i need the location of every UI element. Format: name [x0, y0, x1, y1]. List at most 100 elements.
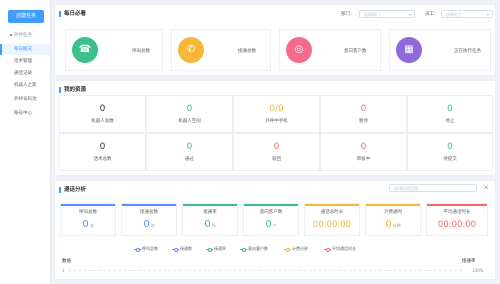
legend-swatch	[324, 247, 331, 252]
stat-label: 接通总数	[238, 49, 256, 54]
dept-select[interactable]: 选择部门 ▾	[359, 10, 415, 18]
chart-y-tick: 1	[62, 268, 65, 273]
time-range-picker[interactable]: 选择时间范围	[389, 184, 477, 192]
sidebar-item-robot-home[interactable]: 机器人之家	[0, 80, 50, 91]
target-icon: ◎	[286, 37, 312, 63]
resource-value: 0	[99, 142, 106, 152]
staff-select[interactable]: 选择员工 ▾	[441, 10, 493, 18]
analysis-label: 计费通时	[384, 210, 402, 215]
analysis-box-calls: 呼叫总数 0次	[60, 203, 116, 236]
analysis-label: 接通率	[203, 210, 217, 215]
analysis-unit: 次	[89, 223, 94, 228]
analysis-number: 0	[143, 219, 150, 230]
analysis-box-intent: 意向客户数 0个	[243, 203, 299, 236]
dept-label: 部门：	[341, 12, 355, 17]
legend-item-connected[interactable]: 接通数	[172, 246, 192, 252]
resource-robot-idle: 0 机器人空闲	[146, 95, 233, 133]
resource-label: 外呼中手机	[265, 119, 288, 124]
analysis-box-connected: 接通总数 0次	[121, 203, 177, 236]
resource-pending: 0 待提交	[407, 133, 493, 171]
sidebar: 创建任务 外呼任务 每日概况 话术管理 通话记录 机器人之家 外呼号码池 账号中…	[0, 0, 51, 284]
chart-gridline	[68, 270, 462, 271]
resources-title: 我的资源	[59, 85, 86, 93]
analysis-value: 0次	[61, 219, 115, 232]
stat-label: 意向客户数	[344, 49, 367, 54]
analysis-color-bar	[61, 204, 115, 206]
legend-swatch	[240, 247, 247, 252]
resource-label: 机器人空闲	[178, 119, 201, 124]
sidebar-item-account[interactable]: 账号中心	[0, 108, 50, 119]
stat-label: 正在执行任务	[454, 49, 481, 54]
resource-stopped: 0 停止	[407, 95, 493, 133]
daily-panel: 每日必看 部门： 选择部门 ▾ 员工： 选择员工 ▾ ☎ 呼叫总数 ✆ 接通总数…	[54, 4, 496, 76]
sidebar-item-tasks[interactable]: 外呼任务	[0, 30, 50, 41]
analysis-value: 0分钟	[366, 219, 420, 232]
chevron-down-icon: ▾	[408, 12, 411, 17]
dept-select-placeholder: 选择部门	[364, 12, 380, 17]
resource-value: 0	[273, 142, 280, 152]
resource-approved: 0 通过	[146, 133, 233, 171]
resource-value: 0	[360, 104, 367, 114]
analysis-box-talk-time: 通话总时长 00:00:00	[304, 203, 360, 236]
resource-calling-phones: 0/0 外呼中手机	[233, 95, 320, 133]
analysis-label: 接通总数	[140, 210, 158, 215]
sidebar-item-scripts[interactable]: 话术管理	[0, 56, 50, 67]
legend-swatch	[172, 247, 179, 252]
sidebar-item-call-records[interactable]: 通话记录	[0, 68, 50, 79]
resource-value: 0	[447, 142, 453, 152]
export-icon[interactable]: ⇲	[483, 184, 488, 191]
resource-label: 机器人总数	[91, 119, 114, 124]
resource-value: 0/0	[269, 104, 284, 114]
analysis-unit: 分钟	[392, 223, 401, 228]
analysis-title: 通话分析	[59, 185, 86, 193]
legend-item-avg-time[interactable]: 平均通话时长	[324, 246, 356, 252]
stat-label: 呼叫总数	[132, 49, 150, 54]
analysis-number: 0	[204, 219, 211, 230]
resource-label: 停止	[445, 119, 455, 124]
legend-swatch	[206, 247, 213, 252]
resource-value: 0	[99, 104, 106, 114]
resource-value: 0	[360, 142, 367, 152]
legend-item-billing[interactable]: 计费分钟	[284, 246, 308, 252]
analysis-label: 通话总时长	[320, 210, 344, 215]
staff-label: 员工：	[425, 12, 439, 17]
create-task-button[interactable]: 创建任务	[8, 10, 44, 23]
stat-card-connected: ✆ 接通总数	[171, 29, 271, 71]
resource-script-total: 0 话术总数	[59, 133, 146, 171]
resource-robot-total: 0 机器人总数	[59, 95, 146, 133]
analysis-unit: 个	[272, 223, 277, 228]
legend-item-rate[interactable]: 接通率	[206, 246, 226, 252]
resource-paused: 0 暂停	[320, 95, 407, 133]
analysis-box-avg-time: 平均通话时长 00:00:00	[426, 203, 488, 236]
analysis-color-bar	[366, 204, 420, 206]
analysis-number: 0	[265, 219, 272, 230]
chart-rate-tick: 100%	[472, 268, 484, 273]
chart-y-label: 数值	[62, 259, 71, 264]
sidebar-item-daily[interactable]: 每日概况	[0, 44, 50, 55]
analysis-value: 0个	[244, 219, 298, 232]
resource-value: 0	[186, 142, 193, 152]
analysis-unit: 次	[150, 223, 155, 228]
resource-rejected: 0 驳回	[233, 133, 320, 171]
phone-refresh-icon: ☎	[72, 37, 98, 63]
analysis-number: 0	[385, 219, 392, 230]
sidebar-item-number-pool[interactable]: 外呼号码池	[0, 94, 50, 105]
resource-label: 审核中	[356, 157, 371, 162]
stat-card-calls: ☎ 呼叫总数	[65, 29, 163, 71]
resource-label: 驳回	[272, 157, 281, 162]
analysis-color-bar	[122, 204, 176, 206]
legend-label: 呼叫总数	[142, 246, 158, 251]
staff-select-placeholder: 选择员工	[446, 12, 462, 17]
resource-label: 通过	[185, 157, 194, 162]
legend-swatch	[134, 247, 141, 252]
legend-label: 计费分钟	[292, 246, 308, 251]
analysis-value: 0%	[183, 219, 237, 232]
analysis-color-bar	[305, 204, 359, 206]
stat-card-running: ▦ 正在执行任务	[389, 29, 491, 71]
legend-item-intent[interactable]: 意向客户数	[240, 246, 268, 252]
legend-label: 接通率	[214, 246, 226, 251]
resources-panel: 我的资源 0 机器人总数 0 机器人空闲 0/0 外呼中手机 0 暂停 0 停止…	[54, 80, 496, 176]
legend-label: 接通数	[180, 246, 192, 251]
time-range-placeholder: 选择时间范围	[394, 186, 418, 191]
legend-item-calls[interactable]: 呼叫总数	[134, 246, 158, 252]
